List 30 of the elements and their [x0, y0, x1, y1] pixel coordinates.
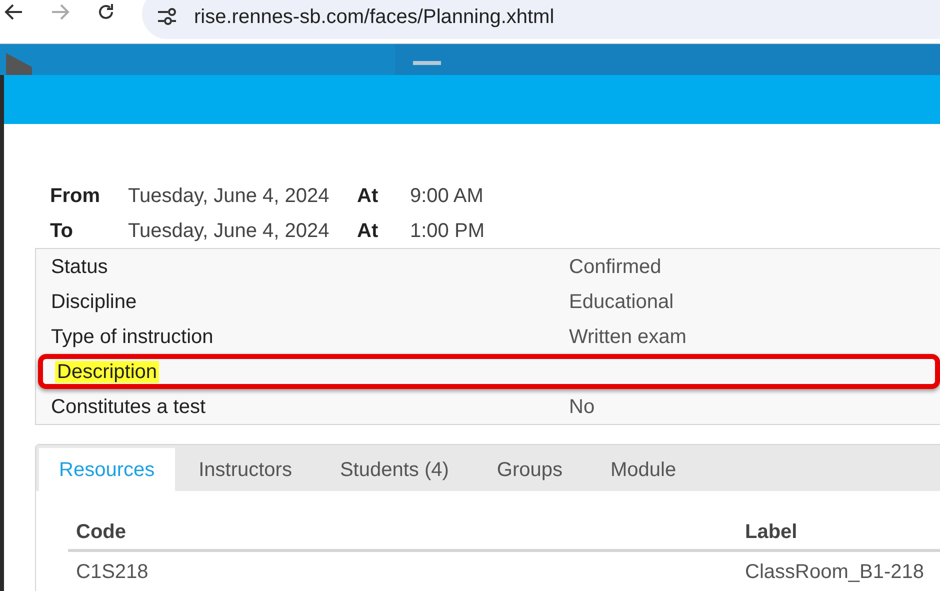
detail-label: Description — [55, 360, 160, 384]
date-value: Tuesday, June 4, 2024 — [128, 184, 330, 208]
reload-icon[interactable] — [96, 2, 116, 22]
column-header: Code — [75, 520, 127, 545]
field-label: To — [50, 218, 74, 244]
field-label: From — [50, 184, 101, 208]
tab[interactable]: Students (4) — [316, 448, 473, 491]
detail-label: Discipline — [51, 290, 138, 314]
detail-label: Type of instruction — [51, 324, 214, 350]
field-label: At — [357, 218, 380, 244]
detail-label: Constitutes a test — [51, 394, 207, 420]
site-settings-icon[interactable] — [156, 6, 178, 26]
time-value: 9:00 AM — [410, 184, 484, 208]
detail-value: No — [569, 394, 595, 420]
field-label: At — [357, 184, 380, 208]
table-cell-text: ClassRoom_B1-218 — [745, 560, 924, 585]
detail-value: Written exam — [569, 324, 686, 350]
tab[interactable]: Module — [586, 448, 700, 491]
column-header: Label — [745, 520, 798, 545]
url-text: rise.rennes-sb.com/faces/Planning.xhtml — [194, 6, 554, 26]
tab[interactable]: Instructors — [174, 448, 316, 491]
table-cell-text: C1S218 — [75, 560, 150, 585]
detail-label: Status — [51, 254, 109, 280]
back-icon[interactable] — [4, 2, 24, 20]
time-value: 1:00 PM — [410, 218, 484, 244]
detail-value: Educational — [569, 290, 674, 314]
detail-value: Confirmed — [569, 254, 662, 280]
date-value: Tuesday, June 4, 2024 — [128, 218, 330, 244]
tab[interactable]: Groups — [472, 448, 587, 491]
address-bar[interactable]: rise.rennes-sb.com/faces/Planning.xhtml — [142, 0, 940, 38]
